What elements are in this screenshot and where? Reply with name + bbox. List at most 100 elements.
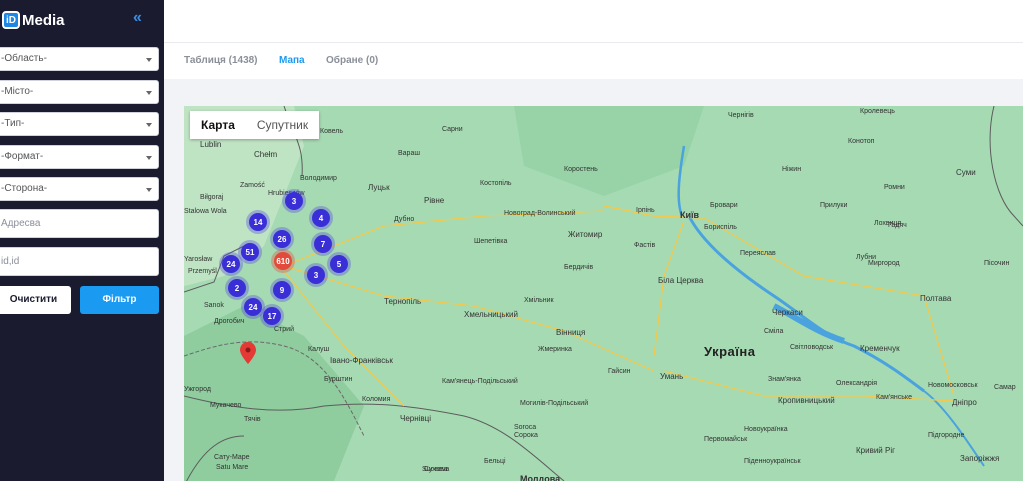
- map-place-label: Sanok: [204, 302, 224, 309]
- map-place-label: Lublin: [200, 140, 222, 149]
- map-place-label: Бурштин: [324, 376, 353, 383]
- map-place-label: Ужгород: [184, 386, 211, 393]
- map-cluster-marker[interactable]: 5: [330, 255, 348, 273]
- map-type-satellite-button[interactable]: Супутник: [246, 111, 319, 139]
- top-bar: [164, 0, 1023, 43]
- map-cluster-marker[interactable]: 24: [244, 298, 262, 316]
- region-select[interactable]: -Область-: [0, 47, 159, 71]
- logo-mark: iD: [2, 11, 20, 29]
- map-place-label: Гайсин: [608, 368, 631, 375]
- map-place-label: Рівне: [424, 196, 445, 205]
- map-cluster-marker[interactable]: 14: [249, 213, 267, 231]
- id-input[interactable]: id,id: [0, 247, 159, 276]
- map-place-label: Прилуки: [820, 202, 848, 209]
- map-place-label: Сучава: [424, 466, 448, 473]
- map-place-label: Дубно: [394, 216, 415, 223]
- map-background: [184, 106, 1023, 481]
- map-place-label: Biłgoraj: [200, 194, 224, 201]
- map-place-label: Ромни: [884, 184, 905, 191]
- map-place-label: Кривий Ріг: [856, 446, 896, 455]
- tab-table[interactable]: Таблиця (1438): [184, 55, 258, 66]
- map-place-label: Івано-Франківськ: [330, 356, 393, 365]
- caret-down-icon: [146, 123, 152, 127]
- address-input[interactable]: Адресва: [0, 209, 159, 238]
- map-place-label: Бровари: [710, 202, 738, 209]
- map-place-label: Первомайськ: [704, 436, 748, 443]
- map-place-label: Знам'янка: [768, 376, 801, 383]
- map-place-label: Кропивницький: [778, 396, 835, 405]
- map-place-label: Przemyśl: [188, 268, 217, 275]
- map[interactable]: Lublin Chełm Zamość Biłgoraj Hrubieszów Stalo…: [184, 106, 1023, 481]
- map-cluster-marker[interactable]: 4: [312, 209, 330, 227]
- tab-map[interactable]: Мапа: [279, 55, 305, 66]
- id-placeholder: id,id: [1, 256, 20, 267]
- map-place-label: Дрогобич: [214, 318, 245, 325]
- map-place-label: Мукачево: [210, 402, 242, 409]
- side-select[interactable]: -Сторона-: [0, 177, 159, 201]
- map-cluster-marker[interactable]: 610: [274, 252, 292, 270]
- filter-button[interactable]: Фільтр: [80, 286, 159, 314]
- map-place-label: Sorocа: [514, 424, 537, 431]
- tab-favorites[interactable]: Обране (0): [326, 55, 378, 66]
- map-cluster-marker[interactable]: 51: [241, 243, 259, 261]
- map-place-label: Новоукраїнка: [744, 426, 788, 433]
- logo-text: Media: [22, 11, 65, 29]
- map-cluster-marker[interactable]: 7: [314, 235, 332, 253]
- map-place-label: Ірпінь: [636, 207, 655, 214]
- city-select[interactable]: -Місто-: [0, 80, 159, 104]
- clear-button[interactable]: Очистити: [0, 286, 71, 314]
- format-select-value: -Формат-: [1, 151, 44, 162]
- map-place-label: Chełm: [254, 150, 278, 159]
- map-place-label: Київ: [680, 210, 700, 220]
- map-cluster-marker[interactable]: 26: [273, 230, 291, 248]
- map-place-label: Чернівці: [400, 414, 432, 423]
- map-place-label: Світловодськ: [790, 344, 834, 351]
- map-type-map-button[interactable]: Карта: [190, 111, 246, 139]
- map-place-label: Тячів: [244, 416, 261, 423]
- map-cluster-marker[interactable]: 24: [222, 255, 240, 273]
- map-place-label: Новоград-Волинський: [504, 210, 576, 217]
- map-place-label: Чернігів: [728, 112, 754, 119]
- type-select-value: -Тип-: [1, 118, 25, 129]
- map-place-label: Zamość: [240, 182, 265, 189]
- format-select[interactable]: -Формат-: [0, 145, 159, 169]
- map-cluster-marker[interactable]: 9: [273, 281, 291, 299]
- map-place-label: Дніпро: [952, 398, 977, 407]
- map-place-label: Біла Церква: [658, 276, 704, 285]
- map-place-label: Сміла: [764, 328, 784, 335]
- map-place-label: Тернопіль: [384, 297, 422, 306]
- map-place-label: Новомосковськ: [928, 382, 978, 389]
- map-place-label: Умань: [660, 372, 684, 381]
- map-place-label: Жмеринка: [538, 346, 572, 353]
- caret-down-icon: [146, 91, 152, 95]
- map-place-label: Володимир: [300, 175, 337, 182]
- map-place-label: Yarosław: [184, 256, 213, 263]
- side-select-value: -Сторона-: [1, 183, 48, 194]
- map-place-label: Житомир: [568, 230, 603, 239]
- map-place-label: Кременчук: [860, 344, 900, 353]
- map-place-label: Гадяч: [888, 222, 907, 229]
- map-place-label: Стрий: [274, 326, 294, 333]
- map-place-label: Ніжин: [782, 166, 802, 173]
- caret-down-icon: [146, 156, 152, 160]
- map-place-label: Вінниця: [556, 328, 586, 337]
- type-select[interactable]: -Тип-: [0, 112, 159, 136]
- map-place-label: Пісочин: [984, 260, 1010, 267]
- collapse-sidebar-icon[interactable]: «: [133, 9, 142, 27]
- map-cluster-marker[interactable]: 3: [285, 192, 303, 210]
- map-place-label: Полтава: [920, 294, 952, 303]
- map-place-label: Шепетівка: [474, 238, 508, 245]
- map-place-label: Молдова: [520, 474, 561, 481]
- map-place-label: Запоріжжя: [960, 454, 1000, 463]
- map-place-label: Бердичів: [564, 264, 594, 271]
- map-place-label: Satu Mare: [216, 464, 249, 471]
- map-cluster-marker[interactable]: 17: [263, 307, 281, 325]
- map-cluster-marker[interactable]: 3: [307, 266, 325, 284]
- map-cluster-marker[interactable]: 2: [228, 279, 246, 297]
- map-place-label: Калуш: [308, 346, 330, 353]
- app-logo[interactable]: iD Media: [2, 10, 65, 30]
- map-place-label: Кам'янське: [876, 394, 912, 401]
- map-place-label: Ковель: [320, 128, 344, 135]
- caret-down-icon: [146, 188, 152, 192]
- map-place-label: Кролевець: [860, 108, 895, 115]
